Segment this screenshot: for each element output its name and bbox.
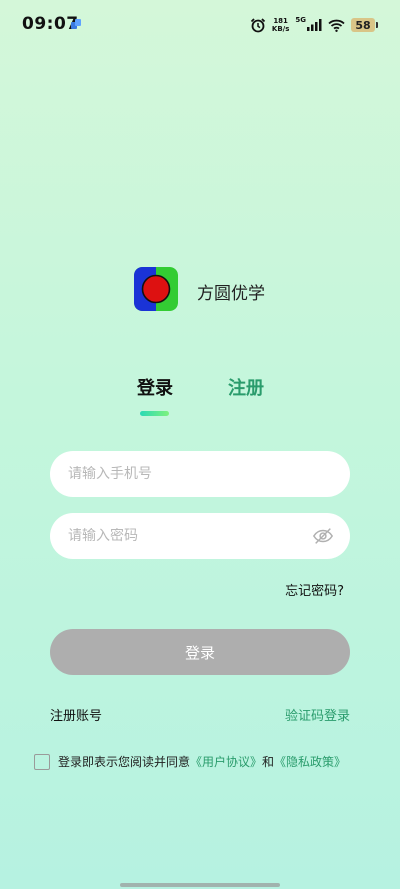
alarm-icon: [250, 18, 266, 33]
status-icons: 181 KB/s 5G 58: [250, 14, 378, 36]
app-notification-icon: [71, 19, 81, 29]
home-indicator[interactable]: [120, 883, 280, 887]
app-logo: [134, 267, 178, 311]
tab-register[interactable]: 注册: [228, 374, 264, 400]
agreement-and: 和: [262, 755, 275, 769]
agreement-row: 登录即表示您阅读并同意 《用户协议》 和 《隐私政策》: [34, 753, 346, 770]
net-speed: 181 KB/s: [272, 17, 289, 33]
code-login-link[interactable]: 验证码登录: [285, 705, 350, 724]
signal-icon: [307, 19, 322, 31]
eye-hidden-icon[interactable]: [312, 525, 334, 547]
net-speed-value: 181: [273, 17, 288, 25]
user-agreement-link[interactable]: 《用户协议》: [190, 753, 262, 770]
status-bar: 09:07 181 KB/s 5G 58: [0, 0, 400, 50]
phone-input[interactable]: [68, 466, 332, 482]
password-input[interactable]: [68, 528, 312, 544]
network-type: 5G: [295, 16, 306, 24]
agreement-prefix: 登录即表示您阅读并同意: [58, 755, 191, 769]
register-account-link[interactable]: 注册账号: [50, 705, 102, 724]
password-field[interactable]: [50, 513, 350, 559]
net-speed-unit: KB/s: [271, 25, 290, 33]
battery-tip: [376, 22, 378, 28]
battery-icon: 58: [351, 18, 378, 32]
wifi-icon: [328, 19, 345, 32]
phone-field[interactable]: [50, 451, 350, 497]
privacy-policy-link[interactable]: 《隐私政策》: [274, 753, 346, 770]
agreement-checkbox[interactable]: [34, 753, 50, 770]
app-name: 方圆优学: [197, 284, 265, 304]
forgot-password-link[interactable]: 忘记密码?: [285, 580, 344, 599]
login-button[interactable]: 登录: [50, 629, 350, 675]
active-tab-indicator: [140, 411, 169, 416]
battery-level: 58: [351, 18, 375, 32]
tab-login[interactable]: 登录: [137, 374, 173, 400]
